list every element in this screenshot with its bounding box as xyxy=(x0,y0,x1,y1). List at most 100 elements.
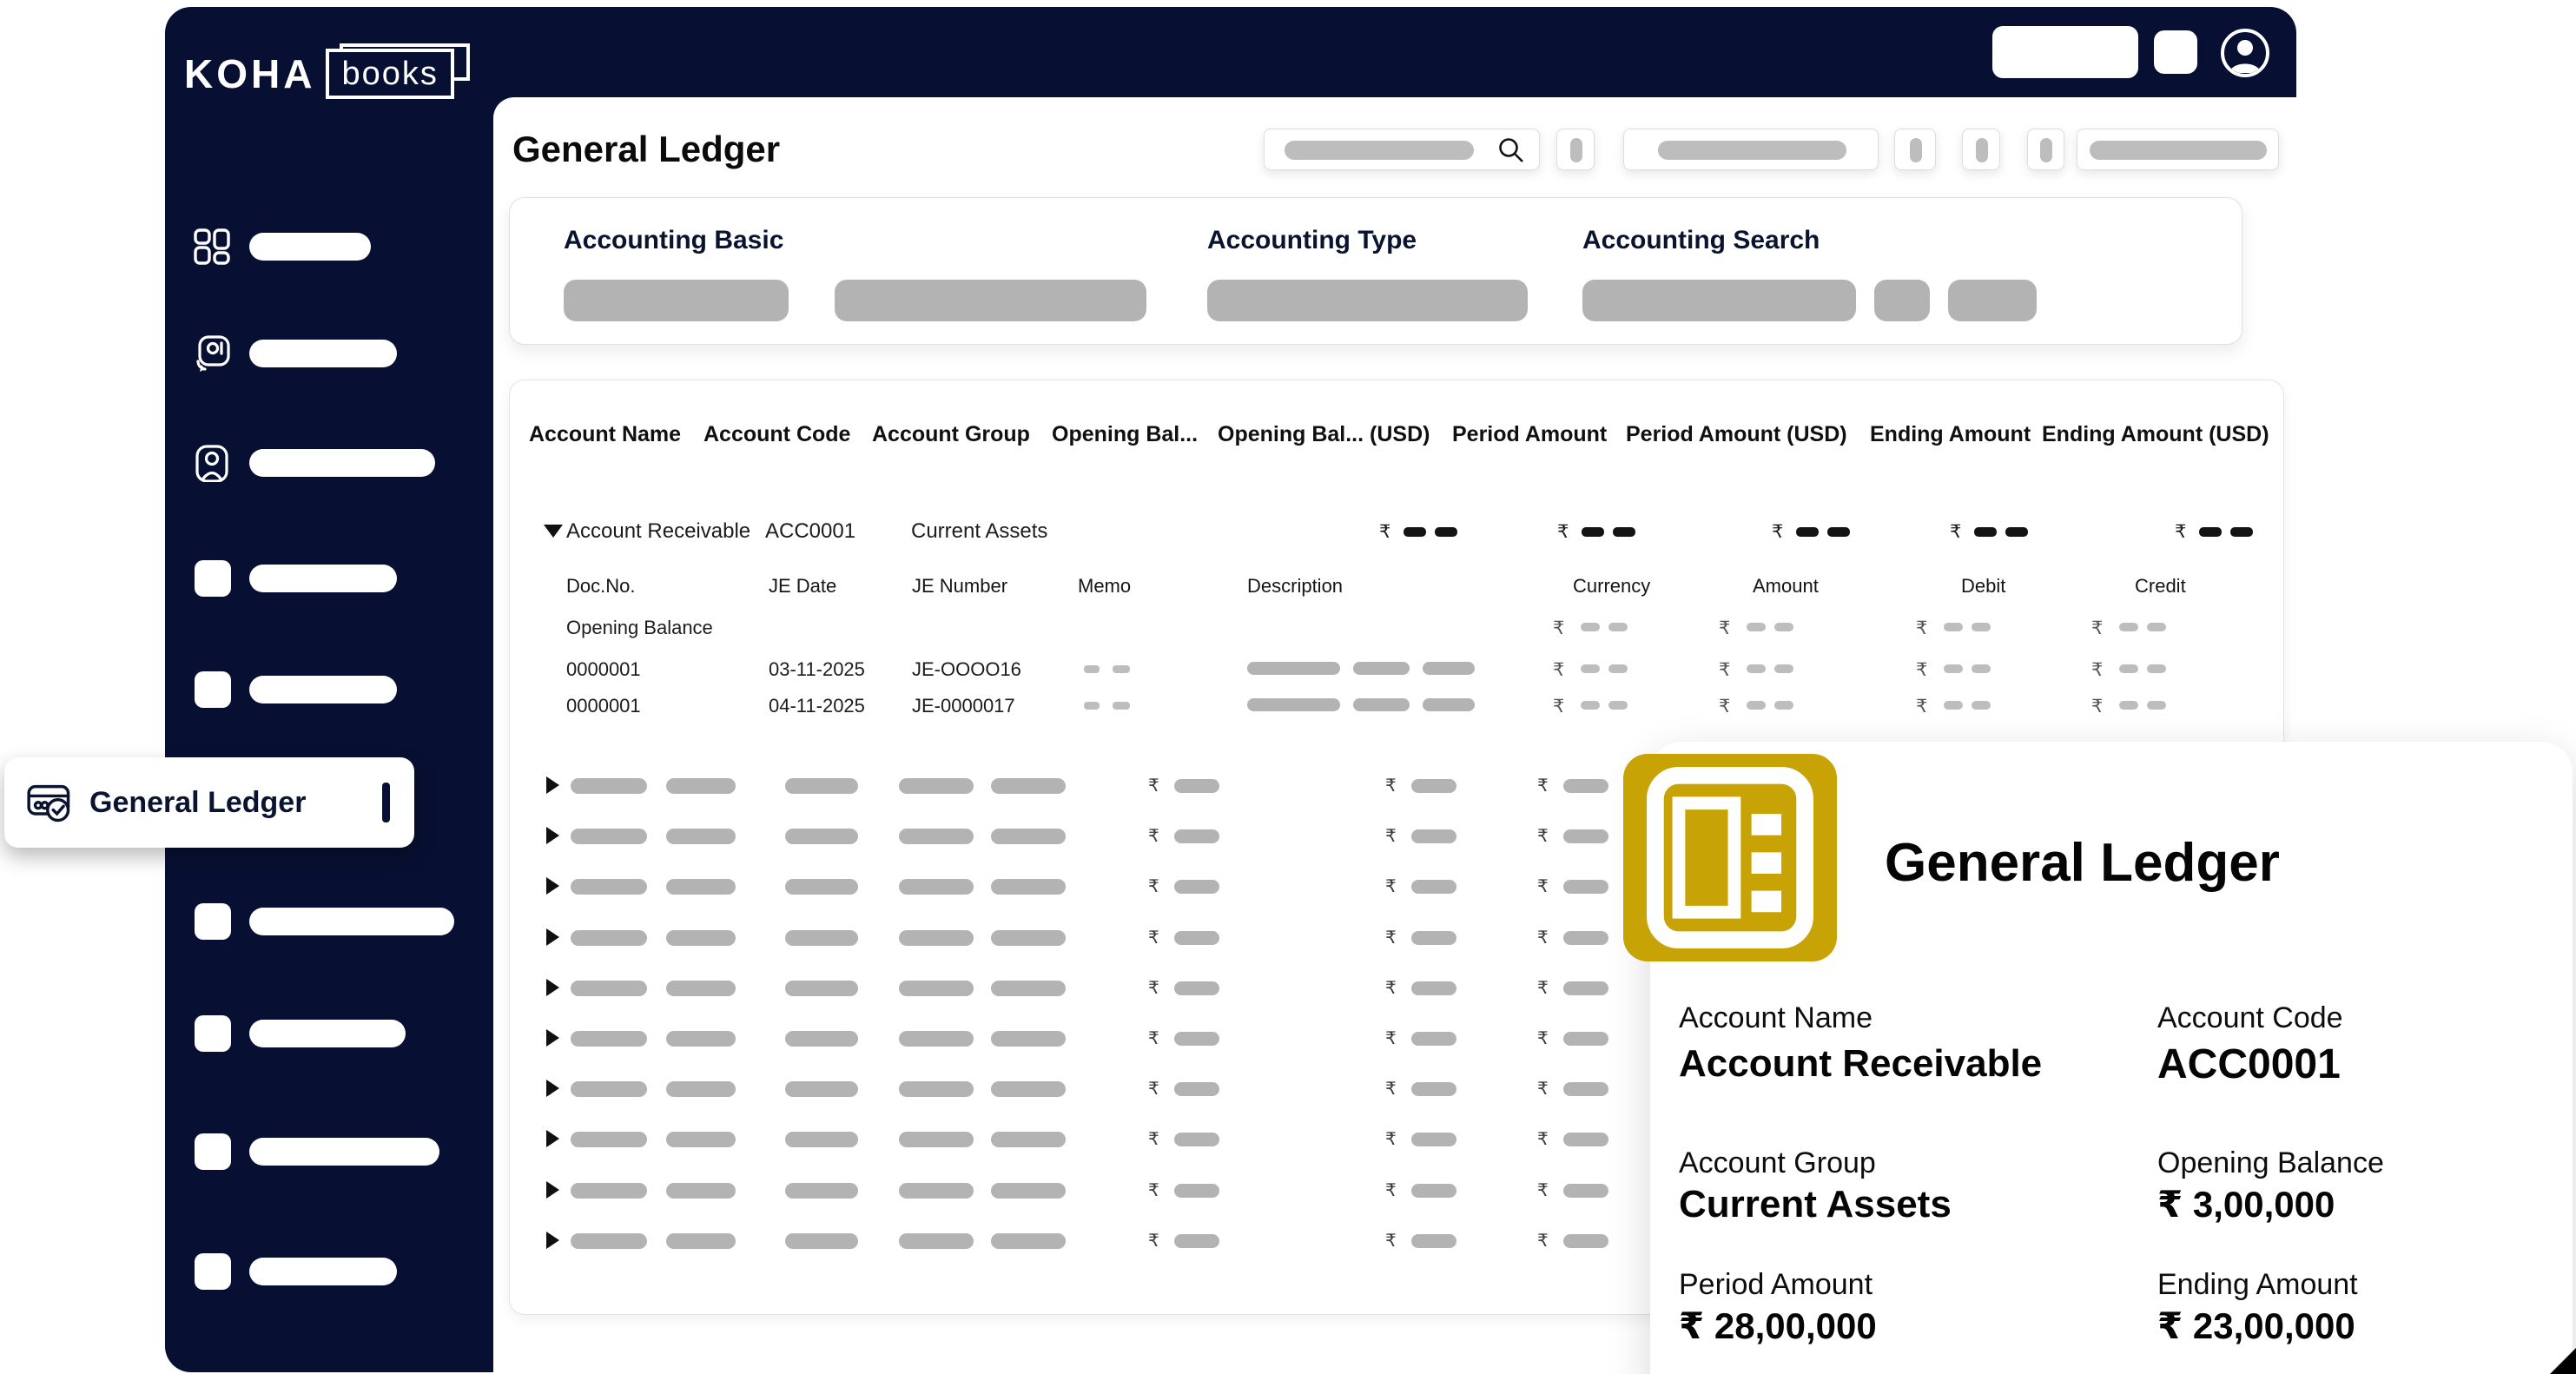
expand-caret-icon[interactable] xyxy=(546,1029,559,1047)
jcol-doc-no: Doc.No. xyxy=(566,575,635,598)
sync-contact-icon xyxy=(193,334,231,373)
ledger-tile xyxy=(1623,754,1837,961)
expand-caret-icon[interactable] xyxy=(546,877,559,895)
rupee-symbol: ₹ xyxy=(1557,521,1569,543)
field-value: ₹ 23,00,000 xyxy=(2157,1305,2355,1347)
collapse-caret-icon[interactable] xyxy=(544,525,563,538)
sidebar-item-label: General Ledger xyxy=(89,786,306,820)
col-ending-amount-usd: Ending Amount (USD) xyxy=(2042,422,2269,447)
jcol-description: Description xyxy=(1247,575,1343,598)
account-group: Current Assets xyxy=(911,519,1047,544)
filter-button-3[interactable] xyxy=(1962,129,2000,170)
col-account-name: Account Name xyxy=(529,422,681,447)
field-value: ₹ 3,00,000 xyxy=(2157,1183,2335,1225)
rupee-symbol: ₹ xyxy=(2175,521,2186,543)
jcol-je-number: JE Number xyxy=(912,575,1007,598)
accounting-basic-select-1[interactable] xyxy=(564,280,789,321)
col-opening-bal-usd: Opening Bal... (USD) xyxy=(1218,422,1430,447)
filter-select-2[interactable] xyxy=(2077,129,2279,170)
jcol-currency: Currency xyxy=(1573,575,1650,598)
field-label: Account Group xyxy=(1679,1146,1876,1180)
logo-frame: books xyxy=(326,56,453,93)
expand-caret-icon[interactable] xyxy=(546,979,559,996)
user-icon xyxy=(2220,28,2270,78)
expand-caret-icon[interactable] xyxy=(546,1080,559,1097)
sidebar-item-5[interactable] xyxy=(249,676,397,704)
account-code: ACC0001 xyxy=(765,519,855,544)
sidebar-item-3[interactable] xyxy=(249,449,435,477)
sidebar-item-9-icon xyxy=(195,1133,231,1170)
page-title: General Ledger xyxy=(512,129,780,170)
dashboard-icon xyxy=(193,228,231,266)
jcol-je-date: JE Date xyxy=(769,575,836,598)
sidebar-item-8[interactable] xyxy=(249,1020,406,1047)
search-icon xyxy=(1496,135,1526,165)
expand-caret-icon[interactable] xyxy=(546,827,559,844)
sidebar-item-7[interactable] xyxy=(249,908,454,935)
opening-balance-label: Opening Balance xyxy=(566,617,713,639)
filter-select-1[interactable] xyxy=(1623,129,1879,170)
accounting-type-label: Accounting Type xyxy=(1207,226,1417,255)
logo-text-primary: KOHA xyxy=(184,50,315,97)
col-period-amount: Period Amount xyxy=(1452,422,1607,447)
rupee-symbol: ₹ xyxy=(1379,521,1390,543)
field-value: Current Assets xyxy=(1679,1183,1952,1226)
expand-caret-icon[interactable] xyxy=(546,928,559,946)
field-label: Period Amount xyxy=(1679,1268,1873,1302)
expand-caret-icon[interactable] xyxy=(546,776,559,794)
search-input[interactable] xyxy=(1264,129,1540,170)
col-period-amount-usd: Period Amount (USD) xyxy=(1626,422,1847,447)
field-value: ACC0001 xyxy=(2157,1040,2341,1088)
accounting-basic-label: Accounting Basic xyxy=(564,226,783,255)
sidebar-item-10[interactable] xyxy=(249,1258,397,1285)
field-value: ₹ 28,00,000 xyxy=(1679,1305,1877,1347)
sidebar-item-2[interactable] xyxy=(249,340,397,367)
je-number: JE-0000017 xyxy=(912,695,1015,717)
je-date: 04-11-2025 xyxy=(769,695,865,717)
accounting-search-button-small[interactable] xyxy=(1874,280,1930,321)
accounting-search-field[interactable] xyxy=(1582,280,1856,321)
contact-person-icon xyxy=(193,444,231,482)
jcol-credit: Credit xyxy=(2135,575,2186,598)
sidebar-item-8-icon xyxy=(195,1015,231,1052)
expand-caret-icon[interactable] xyxy=(546,1181,559,1199)
col-ending-amount: Ending Amount xyxy=(1870,422,2031,447)
filter-button-4[interactable] xyxy=(2027,129,2064,170)
jcol-amount: Amount xyxy=(1753,575,1819,598)
je-number: JE-OOOO16 xyxy=(912,658,1021,681)
header-icon-button[interactable] xyxy=(2154,30,2197,74)
sidebar-item-1[interactable] xyxy=(249,233,371,261)
je-date: 03-11-2025 xyxy=(769,658,865,681)
search-placeholder-bar xyxy=(1285,141,1474,160)
sidebar-item-4-icon xyxy=(195,560,231,597)
sidebar-item-9[interactable] xyxy=(249,1138,439,1166)
accounting-search-button[interactable] xyxy=(1948,280,2037,321)
accounting-type-select[interactable] xyxy=(1207,280,1528,321)
sidebar-item-10-icon xyxy=(195,1253,231,1290)
corner-decoration xyxy=(2548,1346,2576,1374)
sidebar-item-4[interactable] xyxy=(249,565,397,592)
sidebar-item-general-ledger[interactable]: General Ledger xyxy=(4,757,414,848)
filter-button-1[interactable] xyxy=(1556,129,1595,170)
active-indicator-bar xyxy=(382,783,390,822)
accounting-filter-panel xyxy=(509,197,2242,345)
ledger-book-icon xyxy=(1623,754,1837,961)
doc-no: 0000001 xyxy=(566,695,641,717)
expand-caret-icon[interactable] xyxy=(546,1130,559,1147)
field-label: Opening Balance xyxy=(2157,1146,2384,1180)
screen: KOHA books xyxy=(0,0,2576,1374)
user-avatar[interactable] xyxy=(2220,28,2270,78)
rupee-symbol: ₹ xyxy=(1772,521,1783,543)
expand-caret-icon[interactable] xyxy=(546,1232,559,1249)
accounting-search-label: Accounting Search xyxy=(1582,226,1820,255)
col-opening-bal: Opening Bal... xyxy=(1052,422,1198,447)
header-action-button[interactable] xyxy=(1992,26,2138,78)
accounting-basic-select-2[interactable] xyxy=(835,280,1146,321)
app-logo: KOHA books xyxy=(184,36,454,111)
filter-button-2[interactable] xyxy=(1894,129,1936,170)
account-name[interactable]: Account Receivable xyxy=(566,519,750,544)
field-value: Account Receivable xyxy=(1679,1042,2042,1086)
field-label: Account Code xyxy=(2157,1001,2343,1035)
general-ledger-icon xyxy=(27,779,74,826)
col-account-group: Account Group xyxy=(872,422,1030,447)
